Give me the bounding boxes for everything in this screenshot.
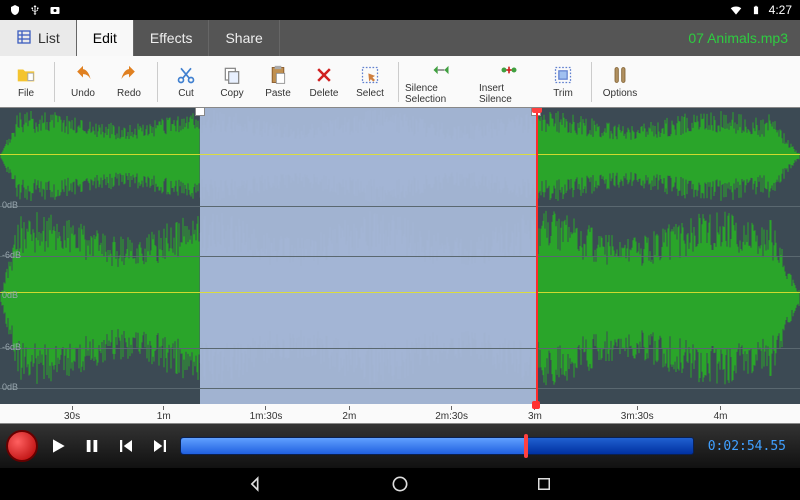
tab-edit-label: Edit (93, 30, 117, 46)
filename-label: 07 Animals.mp3 (676, 20, 800, 56)
progress-bar[interactable] (180, 437, 694, 455)
timeline-tick: 2m (342, 406, 356, 422)
android-navbar (0, 468, 800, 500)
record-button[interactable] (6, 430, 38, 462)
timeline-tick: 3m:30s (621, 406, 654, 422)
statusbar-time: 4:27 (769, 3, 792, 17)
tab-effects[interactable]: Effects (134, 20, 210, 56)
insert-silence-button[interactable]: Insert Silence (479, 58, 539, 106)
nav-back-button[interactable] (244, 472, 268, 496)
play-button[interactable] (44, 432, 72, 460)
folder-icon (15, 64, 37, 86)
select-label: Select (356, 88, 384, 99)
paste-button[interactable]: Paste (256, 58, 300, 106)
nav-home-button[interactable] (388, 472, 412, 496)
trim-label: Trim (553, 88, 573, 99)
tab-list[interactable]: List (0, 20, 77, 56)
tab-effects-label: Effects (150, 30, 193, 46)
timeline-tick: 2m:30s (435, 406, 468, 422)
tab-edit[interactable]: Edit (77, 20, 134, 56)
copy-button[interactable]: Copy (210, 58, 254, 106)
redo-icon (118, 64, 140, 86)
photo-icon (48, 3, 62, 17)
insert-silence-label: Insert Silence (479, 83, 539, 105)
silence-selection-button[interactable]: Silence Selection (405, 58, 477, 106)
list-icon (16, 29, 32, 48)
playback-bar: 0:02:54.55 (0, 424, 800, 468)
options-label: Options (603, 88, 637, 99)
pause-button[interactable] (78, 432, 106, 460)
progress-fill (181, 438, 524, 454)
toolbar: File Undo Redo Cut Copy Paste Delete Sel… (0, 56, 800, 108)
tab-share-label: Share (225, 30, 262, 46)
select-button[interactable]: Select (348, 58, 392, 106)
timeline-tick: 1m (157, 406, 171, 422)
select-icon (359, 64, 381, 86)
progress-marker[interactable] (524, 434, 528, 458)
redo-button[interactable]: Redo (107, 58, 151, 106)
cut-label: Cut (178, 88, 194, 99)
paste-label: Paste (265, 88, 291, 99)
options-icon (609, 64, 631, 86)
undo-icon (72, 64, 94, 86)
file-label: File (18, 88, 34, 99)
battery-icon (749, 3, 763, 17)
timecode-display: 0:02:54.55 (700, 439, 794, 454)
timeline-tick: 1m:30s (250, 406, 283, 422)
wifi-icon (729, 3, 743, 17)
delete-button[interactable]: Delete (302, 58, 346, 106)
silence-selection-label: Silence Selection (405, 83, 477, 105)
delete-label: Delete (310, 88, 339, 99)
skip-forward-button[interactable] (146, 432, 174, 460)
delete-icon (313, 64, 335, 86)
paste-icon (267, 64, 289, 86)
waveform-svg (0, 108, 800, 404)
copy-icon (221, 64, 243, 86)
insert-silence-icon (498, 59, 520, 81)
usb-icon (28, 3, 42, 17)
waveform-display[interactable]: 0dB -6dB 0dB -6dB 0dB (0, 108, 800, 404)
silence-icon (430, 59, 452, 81)
redo-label: Redo (117, 88, 141, 99)
options-button[interactable]: Options (598, 58, 642, 106)
android-statusbar: 4:27 (0, 0, 800, 20)
timeline-playhead-marker[interactable] (532, 401, 540, 409)
trim-button[interactable]: Trim (541, 58, 585, 106)
timeline-tick: 30s (64, 406, 80, 422)
file-button[interactable]: File (4, 58, 48, 106)
cut-button[interactable]: Cut (164, 58, 208, 106)
tab-list-label: List (38, 30, 60, 46)
undo-label: Undo (71, 88, 95, 99)
shield-icon (8, 3, 22, 17)
scissors-icon (175, 64, 197, 86)
tabbar: List Edit Effects Share 07 Animals.mp3 (0, 20, 800, 56)
timeline-tick: 4m (714, 406, 728, 422)
undo-button[interactable]: Undo (61, 58, 105, 106)
tab-share[interactable]: Share (209, 20, 279, 56)
trim-icon (552, 64, 574, 86)
nav-recent-button[interactable] (532, 472, 556, 496)
timeline-ruler[interactable]: 30s 1m 1m:30s 2m 2m:30s 3m 3m:30s 4m (0, 404, 800, 424)
skip-back-button[interactable] (112, 432, 140, 460)
copy-label: Copy (220, 88, 243, 99)
